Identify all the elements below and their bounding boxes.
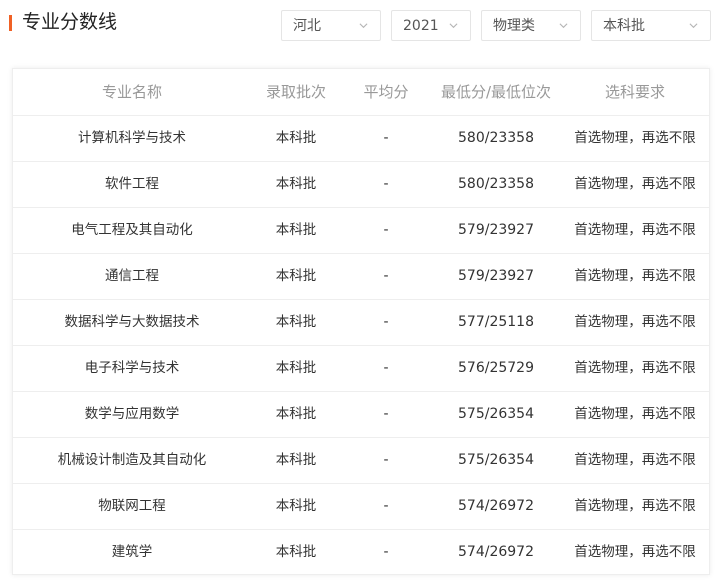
average-score: - xyxy=(383,176,389,192)
subject-requirement: 首选物理，再选不限 xyxy=(574,176,696,192)
chevron-down-icon xyxy=(559,23,568,29)
min-score-rank: 574/26972 xyxy=(458,498,534,514)
average-score: - xyxy=(383,498,389,514)
year-select[interactable]: 2021 xyxy=(391,10,471,41)
chevron-down-icon xyxy=(359,23,368,29)
admission-batch: 本科批 xyxy=(275,222,317,238)
admission-batch: 本科批 xyxy=(275,406,317,422)
admission-batch: 本科批 xyxy=(275,268,317,284)
major-name: 电子科学与技术 xyxy=(84,360,180,376)
admission-batch: 本科批 xyxy=(275,544,317,560)
column-header-min-score-rank: 最低分/最低位次 xyxy=(440,83,552,101)
min-score-rank: 580/23358 xyxy=(458,176,534,192)
average-score: - xyxy=(383,130,389,146)
admission-batch: 本科批 xyxy=(275,498,317,514)
admission-batch: 本科批 xyxy=(275,176,317,192)
table-row: 电气工程及其自动化 本科批 - 579/23927 首选物理，再选不限 xyxy=(13,207,709,254)
subject-requirement: 首选物理，再选不限 xyxy=(574,544,696,560)
subject-select-value: 物理类 xyxy=(493,18,535,34)
page-header: 专业分数线 河北 2021 物理类 本科批 xyxy=(0,0,721,54)
major-name: 电气工程及其自动化 xyxy=(71,222,193,238)
subject-requirement: 首选物理，再选不限 xyxy=(574,314,696,330)
table-row: 机械设计制造及其自动化 本科批 - 575/26354 首选物理，再选不限 xyxy=(13,437,709,484)
min-score-rank: 575/26354 xyxy=(458,406,534,422)
average-score: - xyxy=(383,222,389,238)
table-row: 数学与应用数学 本科批 - 575/26354 首选物理，再选不限 xyxy=(13,391,709,438)
average-score: - xyxy=(383,406,389,422)
batch-select[interactable]: 本科批 xyxy=(591,10,711,41)
province-select-value: 河北 xyxy=(293,18,321,34)
score-table: 专业名称 录取批次 平均分 最低分/最低位次 选科要求 计算机科学与技术 本科批… xyxy=(12,68,710,575)
average-score: - xyxy=(383,268,389,284)
table-row: 建筑学 本科批 - 574/26972 首选物理，再选不限 xyxy=(13,529,709,574)
major-name: 数据科学与大数据技术 xyxy=(64,314,200,330)
min-score-rank: 574/26972 xyxy=(458,544,534,560)
title-accent-bar xyxy=(9,15,12,31)
major-name: 物联网工程 xyxy=(98,498,166,514)
chevron-down-icon xyxy=(449,23,458,29)
subject-requirement: 首选物理，再选不限 xyxy=(574,130,696,146)
column-header-major: 专业名称 xyxy=(101,83,162,101)
average-score: - xyxy=(383,544,389,560)
admission-batch: 本科批 xyxy=(275,314,317,330)
column-header-subject-requirement: 选科要求 xyxy=(604,83,665,101)
average-score: - xyxy=(383,360,389,376)
subject-requirement: 首选物理，再选不限 xyxy=(574,452,696,468)
batch-select-value: 本科批 xyxy=(603,18,645,34)
major-name: 通信工程 xyxy=(105,268,159,284)
column-header-batch: 录取批次 xyxy=(265,83,326,101)
column-header-average: 平均分 xyxy=(363,83,409,101)
table-row: 物联网工程 本科批 - 574/26972 首选物理，再选不限 xyxy=(13,483,709,530)
min-score-rank: 579/23927 xyxy=(458,268,534,284)
table-row: 计算机科学与技术 本科批 - 580/23358 首选物理，再选不限 xyxy=(13,115,709,162)
admission-batch: 本科批 xyxy=(275,452,317,468)
year-select-value: 2021 xyxy=(403,18,439,34)
min-score-rank: 579/23927 xyxy=(458,222,534,238)
province-select[interactable]: 河北 xyxy=(281,10,381,41)
table-row: 数据科学与大数据技术 本科批 - 577/25118 首选物理，再选不限 xyxy=(13,299,709,346)
min-score-rank: 576/25729 xyxy=(458,360,534,376)
subject-requirement: 首选物理，再选不限 xyxy=(574,360,696,376)
table-header-row: 专业名称 录取批次 平均分 最低分/最低位次 选科要求 xyxy=(13,69,709,116)
table-row: 软件工程 本科批 - 580/23358 首选物理，再选不限 xyxy=(13,161,709,208)
chevron-down-icon xyxy=(689,23,698,29)
subject-requirement: 首选物理，再选不限 xyxy=(574,498,696,514)
subject-requirement: 首选物理，再选不限 xyxy=(574,222,696,238)
subject-requirement: 首选物理，再选不限 xyxy=(574,406,696,422)
admission-batch: 本科批 xyxy=(275,130,317,146)
table-row: 通信工程 本科批 - 579/23927 首选物理，再选不限 xyxy=(13,253,709,300)
subject-requirement: 首选物理，再选不限 xyxy=(574,268,696,284)
major-name: 建筑学 xyxy=(111,544,153,560)
table-row: 电子科学与技术 本科批 - 576/25729 首选物理，再选不限 xyxy=(13,345,709,392)
min-score-rank: 580/23358 xyxy=(458,130,534,146)
page-title: 专业分数线 xyxy=(22,11,118,33)
average-score: - xyxy=(383,314,389,330)
min-score-rank: 577/25118 xyxy=(458,314,534,330)
major-name: 机械设计制造及其自动化 xyxy=(57,452,207,468)
major-name: 数学与应用数学 xyxy=(84,406,180,422)
major-name: 软件工程 xyxy=(105,176,159,192)
min-score-rank: 575/26354 xyxy=(458,452,534,468)
average-score: - xyxy=(383,452,389,468)
subject-select[interactable]: 物理类 xyxy=(481,10,581,41)
major-name: 计算机科学与技术 xyxy=(78,130,186,146)
admission-batch: 本科批 xyxy=(275,360,317,376)
